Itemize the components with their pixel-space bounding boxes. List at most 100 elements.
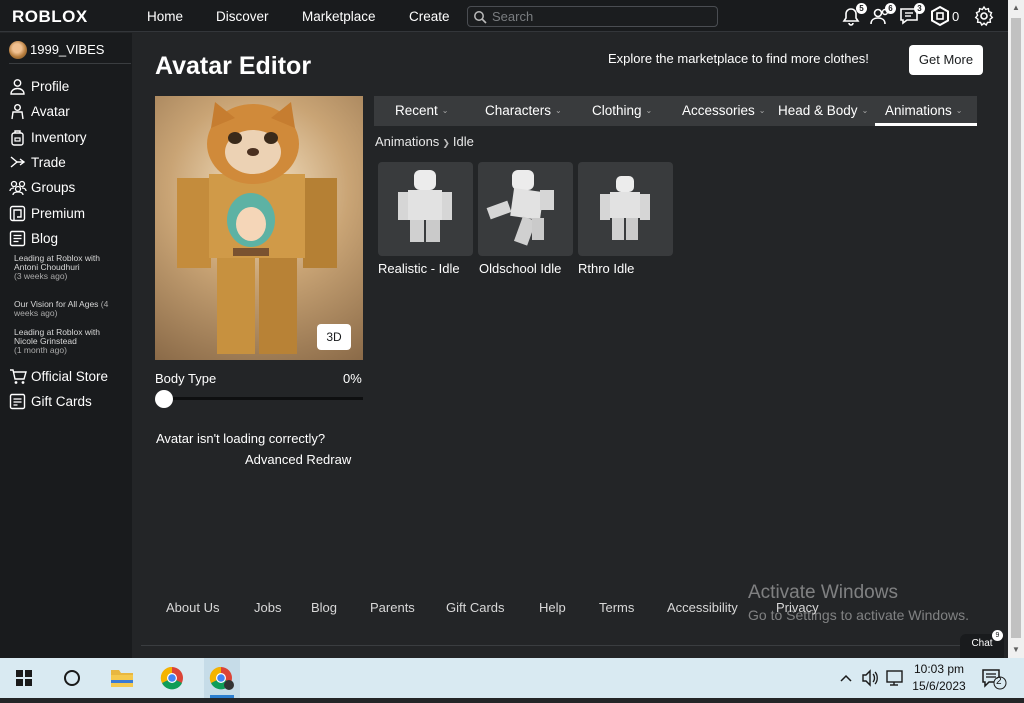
nav-home[interactable]: Home: [147, 9, 183, 24]
cortana-circle-icon: [64, 670, 80, 686]
friends-button[interactable]: 6: [869, 3, 896, 27]
marketplace-promo-text: Explore the marketplace to find more clo…: [608, 51, 869, 66]
sidebar-item-label: Avatar: [31, 104, 70, 119]
tab-clothing[interactable]: Clothing ⌄: [592, 103, 652, 118]
footer-help[interactable]: Help: [539, 600, 566, 615]
footer-blog[interactable]: Blog: [311, 600, 337, 615]
network-monitor-icon: [886, 670, 903, 686]
vertical-scrollbar[interactable]: ▲ ▼: [1008, 0, 1024, 658]
sidebar-item-profile[interactable]: Profile: [9, 77, 129, 97]
toggle-3d-button[interactable]: 3D: [317, 324, 351, 350]
nav-discover[interactable]: Discover: [216, 9, 269, 24]
tab-label: Recent: [395, 103, 438, 118]
search-box[interactable]: [467, 6, 718, 27]
footer-parents[interactable]: Parents: [370, 600, 415, 615]
network-button[interactable]: [884, 658, 906, 698]
windows-logo-icon: [16, 670, 32, 686]
notifications-button[interactable]: 5: [840, 3, 867, 27]
body-type-slider-track[interactable]: [160, 397, 363, 400]
sidebar-item-blog[interactable]: Blog: [9, 229, 129, 249]
chrome-icon: [160, 666, 183, 690]
item-name[interactable]: Oldschool Idle: [479, 261, 561, 276]
sidebar-item-label: Trade: [31, 155, 66, 170]
breadcrumb: Animations ❯ Idle: [375, 134, 474, 149]
chrome-taskbar-button[interactable]: [156, 658, 188, 698]
sidebar-item-inventory[interactable]: Inventory: [9, 128, 129, 148]
item-name[interactable]: Realistic - Idle: [378, 261, 460, 276]
robux-icon: [931, 5, 949, 27]
sidebar-item-groups[interactable]: Groups: [9, 178, 129, 198]
volume-button[interactable]: [860, 658, 880, 698]
tab-label: Characters: [485, 103, 552, 118]
chrome-profile-taskbar-button[interactable]: [204, 658, 240, 698]
trade-icon: [10, 156, 26, 168]
tab-characters[interactable]: Characters ⌄: [485, 103, 562, 118]
start-button[interactable]: [8, 658, 40, 698]
person-icon: [10, 79, 25, 95]
sidebar-item-label: Official Store: [31, 369, 109, 384]
windows-taskbar: 10:03 pm 15/6/2023 2: [0, 658, 1024, 698]
premium-icon: [9, 205, 26, 222]
sidebar-item-trade[interactable]: Trade: [9, 153, 129, 173]
blog-post-link[interactable]: Our Vision for All Ages (4 weeks ago): [14, 300, 124, 318]
chat-label: Chat: [971, 638, 993, 649]
item-name[interactable]: Rthro Idle: [578, 261, 634, 276]
blog-post-link[interactable]: Leading at Roblox with Antoni Choudhuri …: [14, 254, 124, 281]
tab-head-body[interactable]: Head & Body ⌄: [778, 103, 868, 118]
nav-create[interactable]: Create: [409, 9, 450, 24]
notifications-badge: 5: [856, 3, 867, 14]
tab-label: Accessories: [682, 103, 755, 118]
footer-jobs[interactable]: Jobs: [254, 600, 281, 615]
footer-terms[interactable]: Terms: [599, 600, 634, 615]
nav-marketplace[interactable]: Marketplace: [302, 9, 376, 24]
get-more-button[interactable]: Get More: [909, 45, 983, 75]
search-input[interactable]: [492, 8, 712, 25]
notification-center-icon: [982, 669, 1007, 690]
body-type-value: 0%: [343, 371, 362, 386]
footer-about-us[interactable]: About Us: [166, 600, 219, 615]
settings-button[interactable]: [973, 5, 995, 27]
avatar-preview[interactable]: [155, 96, 363, 360]
item-card[interactable]: [478, 162, 573, 256]
footer-gift-cards[interactable]: Gift Cards: [446, 600, 505, 615]
scrollbar-thumb[interactable]: [1011, 18, 1021, 638]
tab-accessories[interactable]: Accessories ⌄: [682, 103, 765, 118]
category-tabs: Recent ⌄ Characters ⌄ Clothing ⌄ Accessorie…: [374, 96, 977, 126]
speaker-icon: [862, 669, 878, 687]
breadcrumb-animations[interactable]: Animations: [375, 134, 439, 149]
item-card[interactable]: [378, 162, 473, 256]
avatar-render-image: [177, 102, 337, 354]
search-icon: [474, 11, 487, 24]
cortana-button[interactable]: [56, 658, 88, 698]
friends-badge: 6: [885, 3, 896, 14]
gear-icon: [974, 5, 994, 27]
file-explorer-button[interactable]: [106, 658, 138, 698]
tab-recent[interactable]: Recent ⌄: [395, 103, 448, 118]
top-navigation-bar: ROBLOX Home Discover Marketplace Create …: [0, 0, 1008, 32]
footer-accessibility[interactable]: Accessibility: [667, 600, 738, 615]
blog-post-age: (1 month ago): [14, 345, 67, 355]
item-card[interactable]: [578, 162, 673, 256]
scroll-up-arrow-icon[interactable]: ▲: [1008, 0, 1024, 16]
action-center-button[interactable]: 2: [981, 668, 1007, 695]
advanced-redraw-link[interactable]: Advanced Redraw: [245, 452, 351, 467]
chat-badge: 9: [992, 630, 1003, 641]
sidebar-item-gift-cards[interactable]: Gift Cards: [9, 392, 129, 412]
sidebar-item-avatar[interactable]: Avatar: [9, 102, 129, 122]
taskbar-clock[interactable]: 10:03 pm 15/6/2023: [908, 661, 970, 695]
blog-post-link[interactable]: Leading at Roblox with Nicole Grinstead …: [14, 328, 124, 355]
scroll-down-arrow-icon[interactable]: ▼: [1008, 642, 1024, 658]
groups-icon: [9, 180, 27, 196]
oldschool-idle-thumbnail: [486, 170, 554, 246]
robux-button[interactable]: [929, 5, 951, 27]
chat-button[interactable]: Chat 9: [960, 630, 1004, 658]
body-type-slider-handle[interactable]: [155, 390, 173, 408]
sidebar-item-official-store[interactable]: Official Store: [9, 367, 129, 387]
roblox-logo[interactable]: ROBLOX: [12, 7, 88, 27]
messages-button[interactable]: 3: [898, 3, 925, 27]
sidebar-item-premium[interactable]: Premium: [9, 204, 129, 224]
tab-animations[interactable]: Animations ⌄: [885, 103, 963, 118]
chevron-down-icon: ⌄: [861, 106, 869, 115]
show-hidden-icons-button[interactable]: [838, 658, 854, 698]
activate-windows-subtitle: Go to Settings to activate Windows.: [748, 607, 969, 623]
